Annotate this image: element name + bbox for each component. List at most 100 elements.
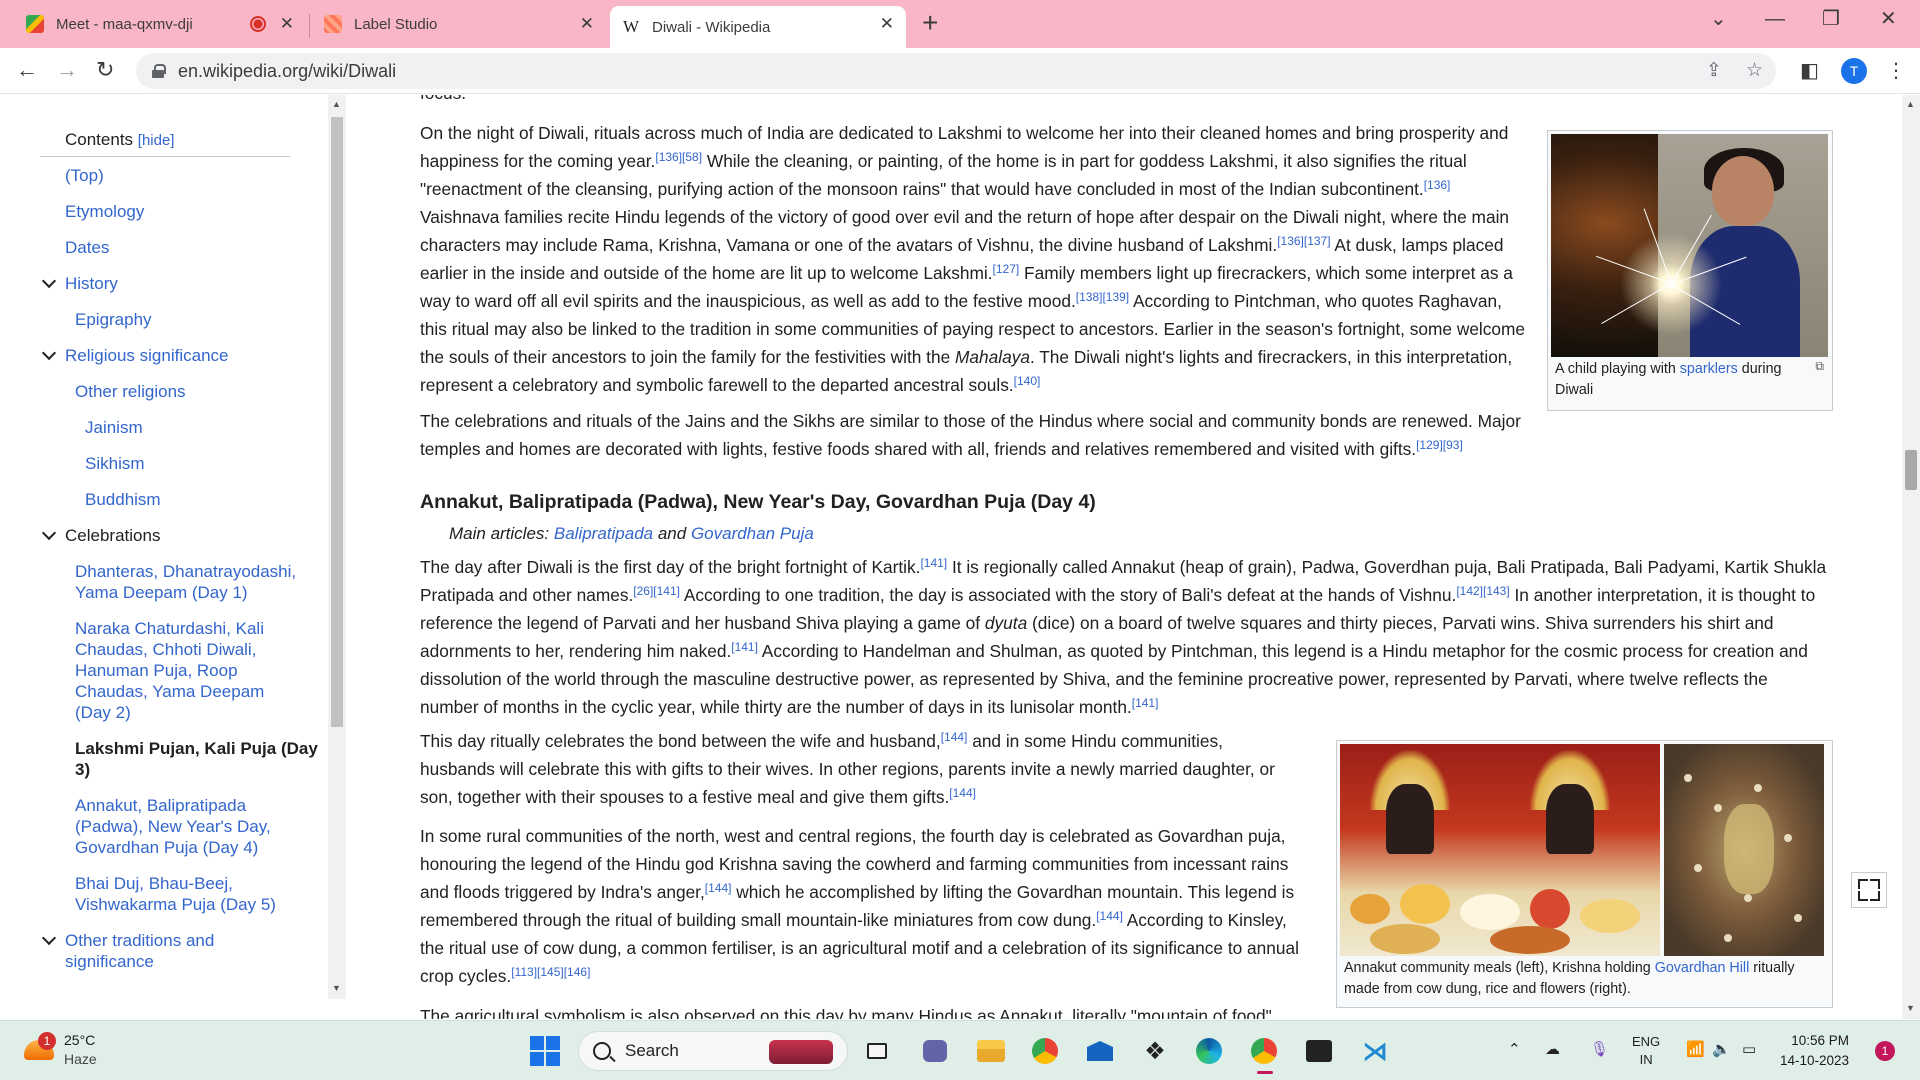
close-icon[interactable]: ✕ (280, 15, 294, 33)
chrome-icon[interactable] (1028, 1034, 1062, 1068)
ref-link[interactable]: [144] (941, 730, 968, 744)
annakut-photos[interactable] (1340, 744, 1829, 956)
link-govardhan-puja[interactable]: Govardhan Puja (691, 524, 814, 543)
ref-link[interactable]: [141] (1132, 696, 1159, 710)
restore-icon[interactable]: ❐ (1822, 8, 1840, 30)
vscode-icon[interactable]: ⋊ (1358, 1034, 1392, 1068)
tab-search-icon[interactable]: ⌄ (1710, 8, 1727, 30)
toc-item-other-religions[interactable]: Other religions (40, 381, 330, 402)
toc-scrollbar[interactable]: ▲ ▼ (328, 95, 346, 999)
toc-item-top[interactable]: (Top) (40, 165, 330, 186)
microphone-icon[interactable]: 🎙 (1590, 1039, 1609, 1061)
sparkler-photo[interactable] (1551, 134, 1828, 357)
profile-avatar[interactable]: T (1841, 58, 1867, 84)
ref-link[interactable]: [144] (1096, 909, 1123, 923)
toc-item-jainism[interactable]: Jainism (40, 417, 330, 438)
toc-item-buddhism[interactable]: Buddhism (40, 489, 330, 510)
bookmark-star-icon[interactable]: ☆ (1746, 61, 1763, 81)
chevron-down-icon[interactable] (41, 930, 57, 946)
chevron-down-icon[interactable] (41, 525, 57, 541)
edge-icon[interactable] (1192, 1034, 1226, 1068)
toc-item-day5[interactable]: Bhai Duj, Bhau-Beej, Vishwakarma Puja (D… (40, 873, 280, 915)
ref-link[interactable]: [142][143] (1456, 584, 1509, 598)
toc-item-celebrations[interactable]: Celebrations (40, 525, 330, 546)
language-indicator[interactable]: ENG IN (1632, 1033, 1660, 1069)
scroll-up-icon[interactable]: ▲ (332, 99, 341, 109)
ref-link[interactable]: [136][137] (1277, 234, 1330, 248)
windows-start-icon[interactable] (530, 1036, 560, 1066)
scroll-down-icon[interactable]: ▼ (1906, 1003, 1915, 1013)
ref-link[interactable]: [113][145][146] (511, 965, 590, 979)
ref-link[interactable]: [140] (1014, 374, 1041, 388)
wifi-icon[interactable]: 📶 (1686, 1039, 1705, 1061)
taskbar-search[interactable]: Search (578, 1031, 848, 1071)
ref-link[interactable]: [144] (949, 786, 976, 800)
reload-icon[interactable]: ↻ (96, 57, 114, 83)
close-icon[interactable]: ✕ (580, 15, 594, 33)
toc-item-day1[interactable]: Dhanteras, Dhanatrayodashi, Yama Deepam … (40, 561, 310, 603)
italic-term: dyuta (984, 613, 1028, 633)
close-window-icon[interactable]: ✕ (1880, 8, 1897, 30)
tab-label-studio[interactable]: Label Studio ✕ (312, 6, 606, 42)
toc-item-etymology[interactable]: Etymology (40, 201, 330, 222)
tab-wikipedia[interactable]: W Diwali - Wikipedia ✕ (610, 6, 906, 48)
menu-icon[interactable]: ⋮ (1886, 61, 1906, 81)
chevron-down-icon[interactable] (41, 345, 57, 361)
new-tab-button[interactable]: + (922, 8, 938, 38)
minimize-icon[interactable]: — (1765, 8, 1785, 30)
volume-icon[interactable]: 🔈 (1712, 1039, 1731, 1061)
ref-link[interactable]: [26][141] (633, 584, 680, 598)
toc-scroll-thumb[interactable] (331, 117, 343, 727)
show-hidden-icons[interactable]: ⌃ (1508, 1039, 1521, 1061)
teams-chat-icon[interactable] (918, 1034, 952, 1068)
mail-icon[interactable] (1083, 1034, 1117, 1068)
toc-item-day2[interactable]: Naraka Chaturdashi, Kali Chaudas, Chhoti… (40, 618, 280, 723)
share-icon[interactable]: ⇪ (1706, 61, 1722, 81)
task-view-icon[interactable] (860, 1034, 894, 1068)
page-scroll-thumb[interactable] (1905, 450, 1917, 490)
close-icon[interactable]: ✕ (880, 15, 894, 33)
forward-icon[interactable]: → (56, 57, 78, 83)
ref-link[interactable]: [141] (920, 556, 947, 570)
ref-link[interactable]: [127] (993, 262, 1020, 276)
dropbox-icon[interactable]: ❖ (1138, 1034, 1172, 1068)
toc-item-sikhism[interactable]: Sikhism (40, 453, 330, 474)
address-bar[interactable]: en.wikipedia.org/wiki/Diwali ⇪ ☆ (136, 53, 1776, 89)
notification-badge[interactable]: 1 (1875, 1041, 1895, 1061)
side-panel-icon[interactable]: ◧ (1800, 61, 1819, 81)
onedrive-icon[interactable]: ☁ (1545, 1039, 1560, 1061)
file-explorer-icon[interactable] (974, 1034, 1008, 1068)
page-scrollbar[interactable]: ▲ ▼ (1902, 95, 1920, 1019)
scroll-up-icon[interactable]: ▲ (1906, 99, 1915, 109)
chevron-down-icon[interactable] (41, 273, 57, 289)
link-govardhan-hill[interactable]: Govardhan Hill (1655, 960, 1750, 976)
system-clock[interactable]: 10:56 PM 14-10-2023 (1780, 1031, 1849, 1071)
toc-item-dates[interactable]: Dates (40, 237, 330, 258)
ref-link[interactable]: [136] (1424, 178, 1451, 192)
govardhan-photo-right[interactable] (1664, 744, 1824, 956)
toc-item-epigraphy[interactable]: Epigraphy (40, 309, 330, 330)
fullscreen-icon[interactable] (1851, 872, 1887, 908)
annakut-photo-left[interactable] (1340, 744, 1660, 956)
ref-link[interactable]: [138][139] (1076, 290, 1129, 304)
toc-hide-link[interactable]: [hide] (138, 132, 175, 149)
toc-item-day3[interactable]: Lakshmi Pujan, Kali Puja (Day 3) (40, 738, 330, 780)
weather-widget[interactable]: 1 25°C Haze (24, 1031, 97, 1069)
link-sparklers[interactable]: sparklers (1680, 361, 1738, 377)
link-balipratipada[interactable]: Balipratipada (554, 524, 653, 543)
ref-link[interactable]: [144] (705, 881, 732, 895)
scroll-down-icon[interactable]: ▼ (332, 983, 341, 993)
tab-meet[interactable]: Meet - maa-qxmv-dji ✕ (14, 6, 306, 42)
toc-item-history[interactable]: History (40, 273, 330, 294)
enlarge-icon[interactable]: ⧉ (1815, 359, 1824, 374)
battery-icon[interactable]: ▭ (1742, 1039, 1756, 1061)
back-icon[interactable]: ← (16, 57, 38, 83)
ref-link[interactable]: [129][93] (1416, 438, 1463, 452)
chrome-profile-icon[interactable] (1247, 1034, 1281, 1068)
ref-link[interactable]: [136][58] (655, 150, 702, 164)
toc-item-other-traditions[interactable]: Other traditions and significance (40, 930, 280, 972)
toc-item-religious-significance[interactable]: Religious significance (40, 345, 330, 366)
toc-item-day4[interactable]: Annakut, Balipratipada (Padwa), New Year… (40, 795, 280, 858)
ref-link[interactable]: [141] (731, 640, 758, 654)
terminal-icon[interactable] (1302, 1034, 1336, 1068)
